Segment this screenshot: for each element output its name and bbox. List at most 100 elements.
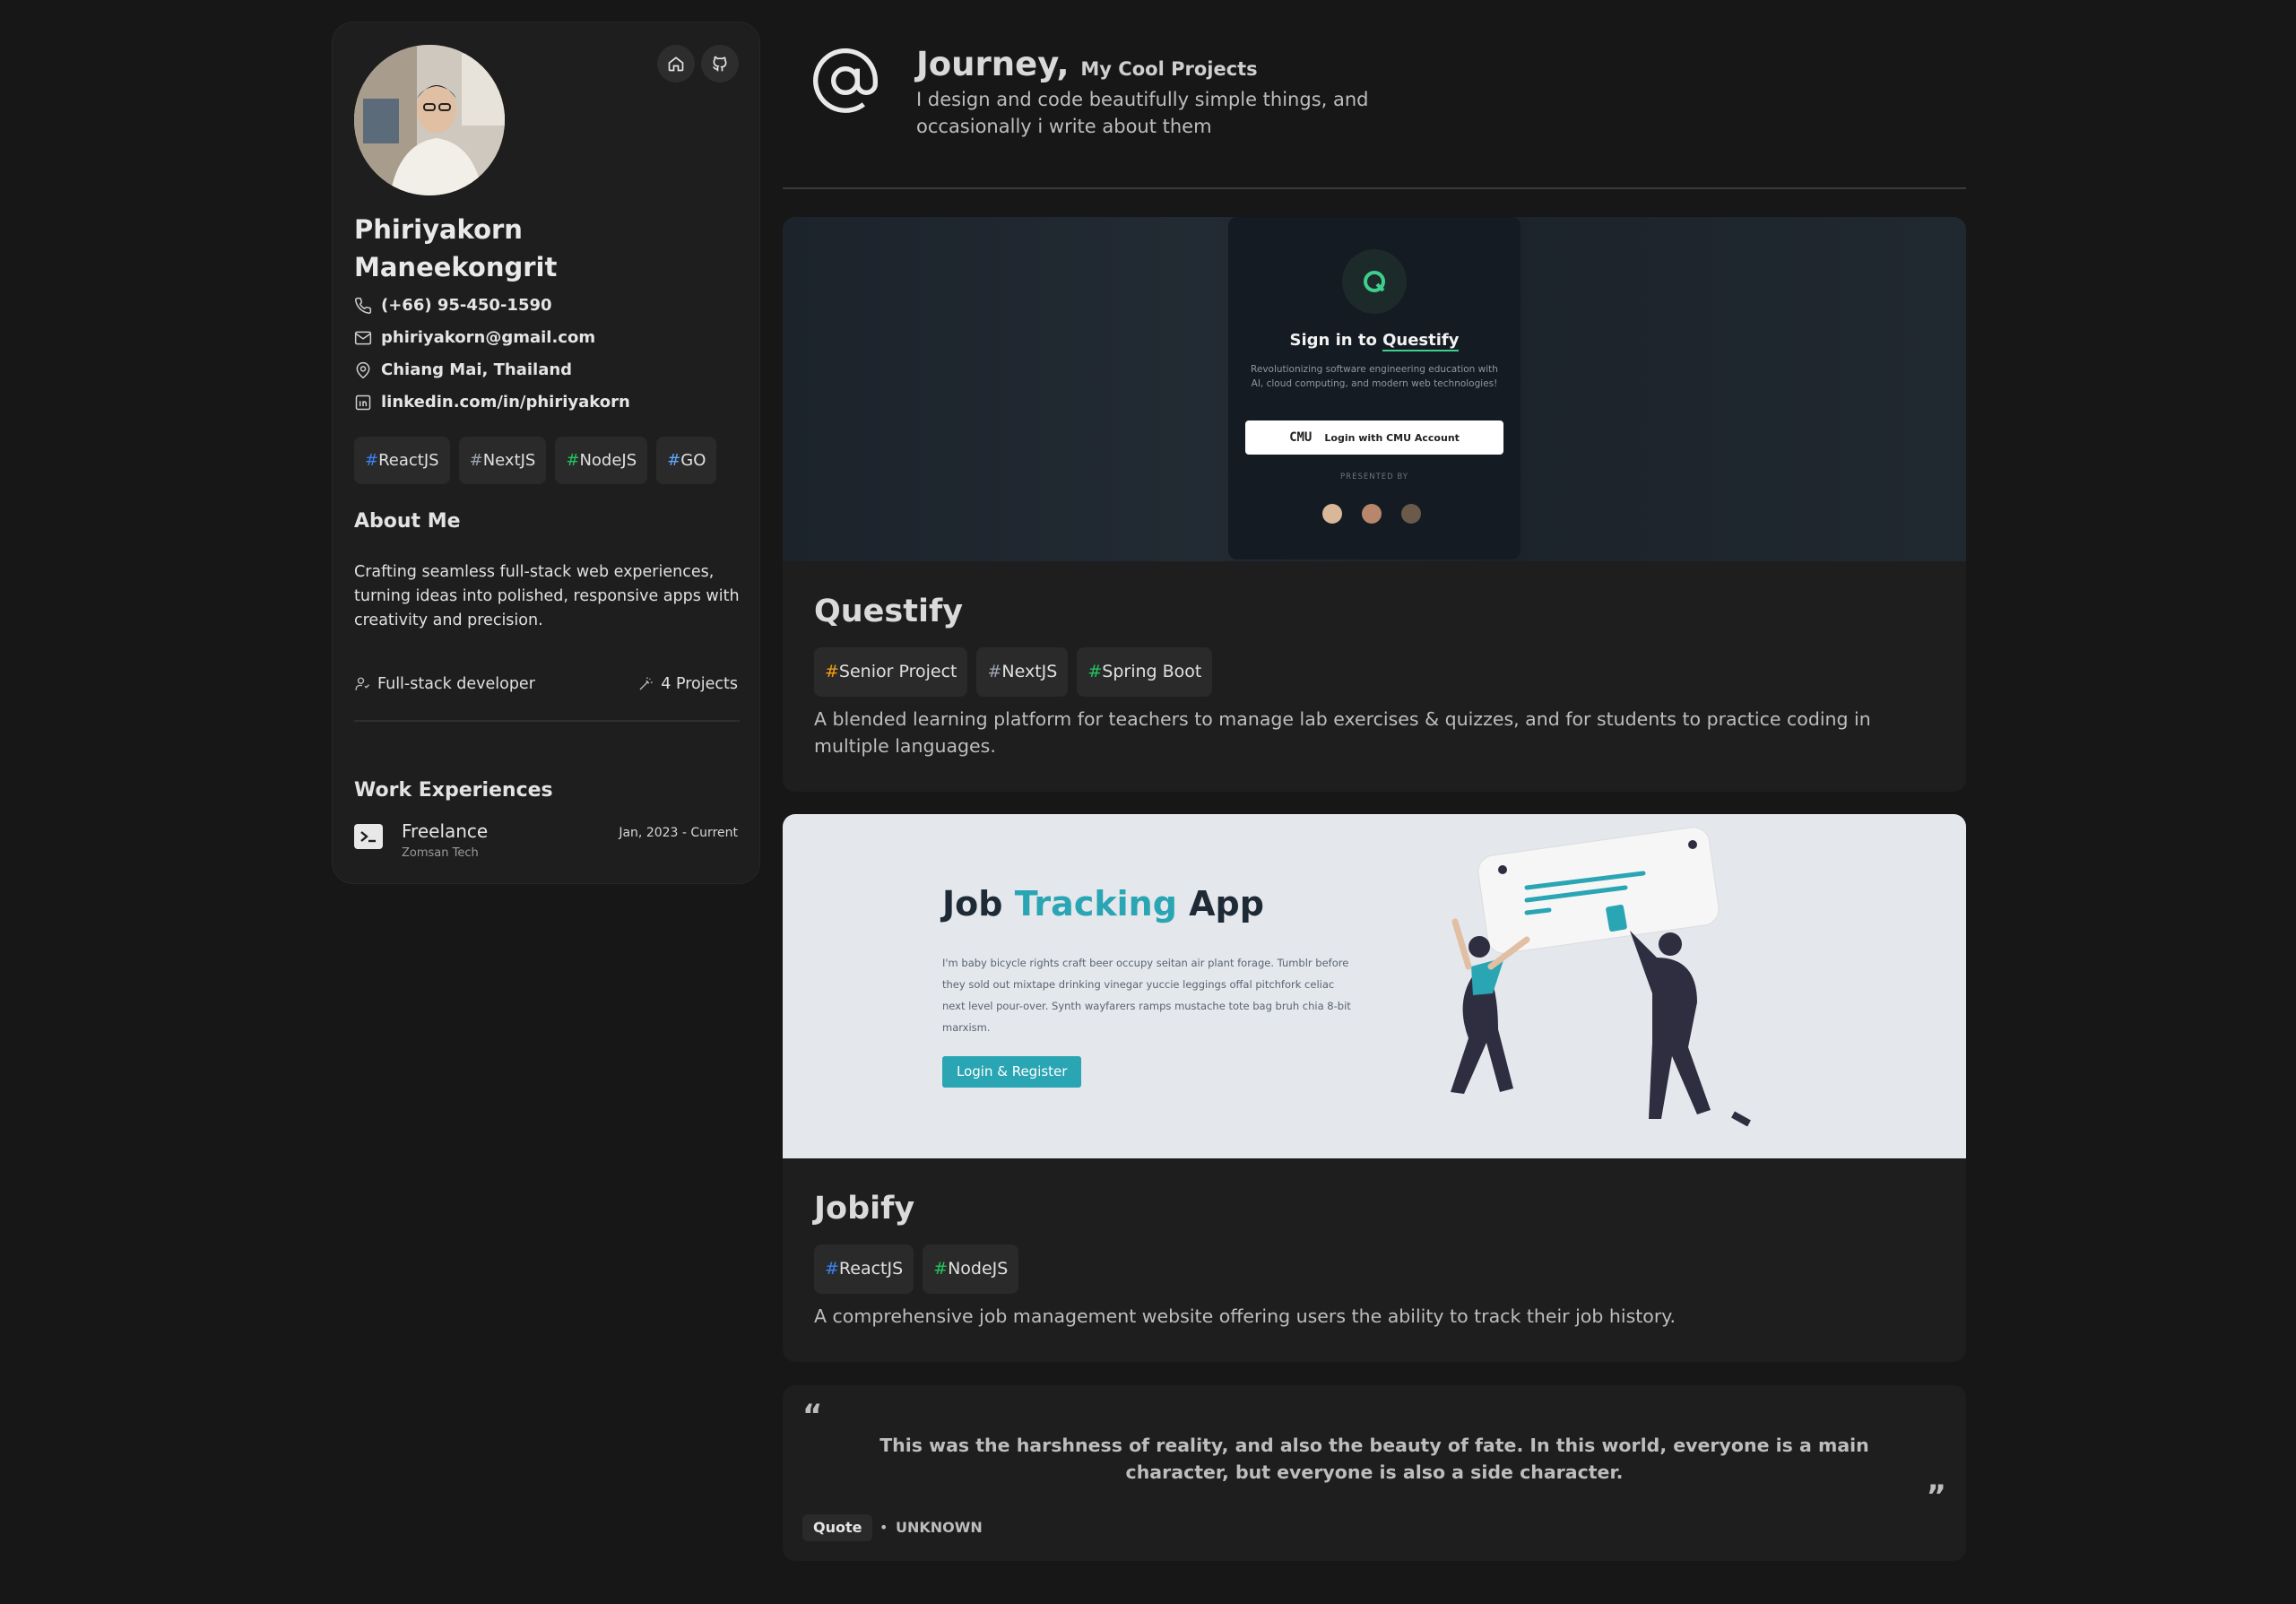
skill-tag: #NodeJS [555,437,648,484]
contact-location: Chiang Mai, Thailand [354,360,572,379]
name-first: Phiriyakorn [354,214,523,245]
tag-label: Senior Project [838,662,957,681]
job-period: Jan, 2023 - Current [619,826,738,840]
linkedin-text: linkedin.com/in/phiriyakorn [381,393,630,412]
heading-part: Job [942,884,1015,923]
role-stat: Full-stack developer [354,675,535,693]
signin-text: Revolutionizing software engineering edu… [1251,364,1498,389]
tag-hash: # [987,662,1002,681]
projects-count: 4 Projects [661,675,738,693]
location-text: Chiang Mai, Thailand [381,360,573,379]
linkedin-icon [355,394,371,410]
project-tag: #ReactJS [814,1244,914,1294]
github-button[interactable] [701,45,739,82]
tag-label: GO [680,451,706,470]
separator-dot: • [879,1519,888,1536]
projects-stat: 4 Projects [637,675,738,693]
project-card-questify[interactable]: Sign in to Questify Revolutionizing soft… [783,217,1966,792]
email-text: phiriyakorn@gmail.com [381,328,596,347]
tag-hash: # [1087,662,1103,681]
divider [354,720,740,722]
illustration-people [1451,827,1751,1127]
tagline: I design and code beautifully simple thi… [916,89,1369,137]
signin-title: Sign in to Questify [1228,331,1521,351]
signin-title-brand: Questify [1382,331,1460,351]
presented-label: PRESENTED BY [1340,473,1408,481]
contact-phone[interactable]: (+66) 95-450-1590 [354,296,552,315]
about-text: Crafting seamless full-stack web experie… [354,563,740,629]
preview-text: I'm baby bicycle rights craft beer occup… [942,957,1351,1034]
project-title[interactable]: Jobify [814,1191,914,1227]
phone-icon [355,297,372,314]
job-title: Freelance [402,820,489,842]
project-tags: #ReactJS #NodeJS [814,1244,1019,1294]
project-preview[interactable]: Job Tracking App I'm baby bicycle rights… [783,814,1966,1158]
quote-card: “ This was the harshness of reality, and… [783,1385,1966,1561]
project-tag: #NodeJS [923,1244,1019,1294]
mail-icon [354,331,372,344]
project-tag: #Senior Project [814,647,968,697]
cmu-logo: CMU [1289,430,1313,445]
at-icon [810,45,881,120]
project-description: A blended learning platform for teachers… [814,708,1871,757]
job-company: Zomsan Tech [402,846,479,860]
title-subtitle: My Cool Projects [1080,58,1258,80]
heading-part: App [1176,884,1264,923]
avatar [1362,504,1382,524]
about-heading: About Me [354,510,461,533]
login-register-button[interactable]: Login & Register [942,1056,1082,1088]
tag-label: ReactJS [378,451,439,470]
tag-label: Spring Boot [1102,662,1202,681]
role-text: Full-stack developer [377,675,535,693]
skill-tag: #GO [656,437,717,484]
signin-panel: Sign in to Questify Revolutionizing soft… [1228,217,1521,559]
skill-tag: #NextJS [458,437,547,484]
tag-label: NodeJS [948,1259,1009,1279]
title-text: Journey, [916,45,1070,83]
project-tag: #NextJS [976,647,1069,697]
preview-heading: Job Tracking App [942,884,1264,923]
tag-hash: # [825,1259,839,1279]
tag-label: ReactJS [838,1259,904,1279]
quote-open-icon: “ [802,1398,823,1434]
project-title[interactable]: Questify [814,594,963,629]
header-divider [783,187,1966,189]
magic-wand-icon [639,677,654,690]
project-preview[interactable]: Sign in to Questify Revolutionizing soft… [783,217,1966,561]
profile-name: Phiriyakorn Maneekongrit [354,211,557,286]
avatar [1322,504,1342,524]
project-description: A comprehensive job management website o… [814,1305,1676,1327]
contact-email[interactable]: phiriyakorn@gmail.com [354,328,595,347]
quote-author: UNKNOWN [896,1519,983,1536]
presenter-avatars [1322,504,1421,524]
phone-text: (+66) 95-450-1590 [381,296,552,315]
quote-badge: Quote [802,1514,873,1541]
tag-label: NodeJS [579,451,637,470]
quote-close-icon: ” [1926,1478,1946,1514]
questify-logo-icon [1342,249,1407,314]
project-card-jobify[interactable]: Job Tracking App I'm baby bicycle rights… [783,814,1966,1362]
tag-hash: # [566,451,580,470]
tag-hash: # [825,662,839,681]
name-last: Maneekongrit [354,252,558,282]
tag-hash: # [667,451,681,470]
terminal-icon [354,824,383,849]
contact-linkedin[interactable]: linkedin.com/in/phiriyakorn [354,393,630,412]
github-icon [713,56,727,72]
tag-hash: # [365,451,379,470]
avatar [1401,504,1421,524]
home-icon [668,56,684,72]
map-pin-icon [356,361,370,378]
tag-hash: # [469,451,483,470]
user-icon [355,677,369,690]
heading-accent: Tracking [1014,884,1177,923]
home-button[interactable] [657,45,695,82]
quote-text: This was the harshness of reality, and a… [879,1435,1869,1483]
signin-title-pre: Sign in to [1289,331,1383,350]
cmu-login-label: Login with CMU Account [1324,431,1460,444]
cmu-login-button[interactable]: CMU Login with CMU Account [1245,421,1503,455]
skill-tag: #ReactJS [354,437,450,484]
page-title: Journey, My Cool Projects [916,45,1258,83]
avatar [354,45,505,195]
profile-card: Phiriyakorn Maneekongrit (+66) 95-450-15… [332,22,760,884]
